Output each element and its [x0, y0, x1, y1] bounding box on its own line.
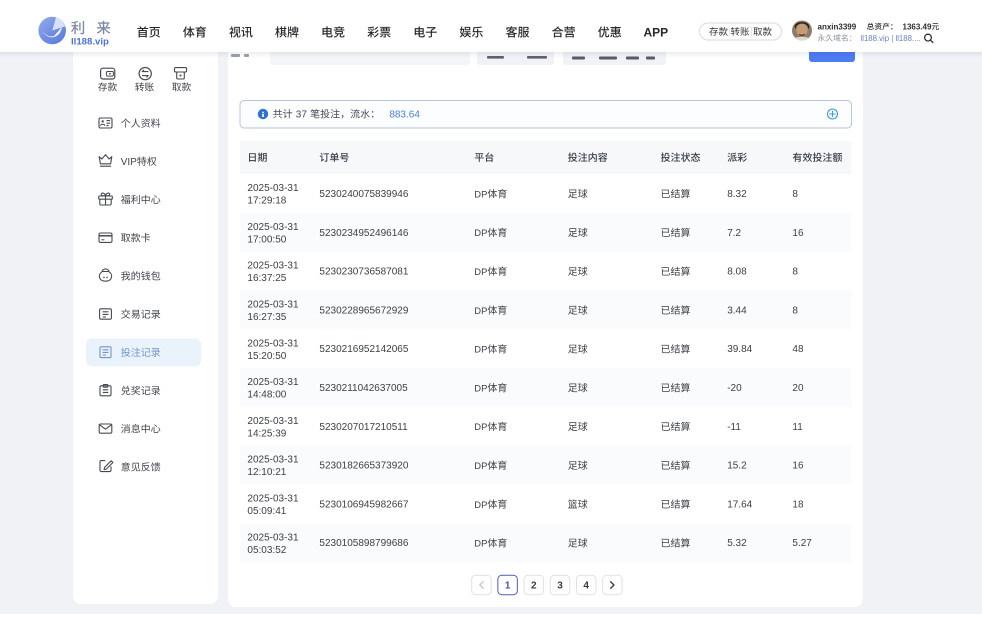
svg-text:4: 4: [583, 581, 589, 592]
svg-text:1363.49: 1363.49: [903, 22, 932, 31]
svg-text:2025-03-31: 2025-03-31: [247, 300, 299, 311]
svg-text:5230234952496146: 5230234952496146: [319, 228, 408, 239]
svg-text:20: 20: [792, 383, 804, 394]
svg-text:7.2: 7.2: [727, 228, 741, 239]
svg-text:37: 37: [296, 110, 308, 121]
svg-text:5230230736587081: 5230230736587081: [319, 267, 408, 278]
svg-text:8.08: 8.08: [727, 267, 747, 278]
svg-text:DP: DP: [474, 382, 487, 393]
svg-text:1: 1: [505, 581, 511, 592]
svg-text:ll188.vip | ll188....: ll188.vip | ll188....: [861, 34, 921, 43]
svg-text:DP: DP: [474, 538, 487, 549]
svg-text:8: 8: [792, 267, 798, 278]
svg-text:17.64: 17.64: [727, 499, 752, 510]
svg-text:8: 8: [792, 189, 798, 200]
svg-text:DP: DP: [474, 421, 487, 432]
svg-text:5230216952142065: 5230216952142065: [319, 344, 408, 355]
svg-text:DP: DP: [474, 266, 487, 277]
svg-text:DP: DP: [474, 305, 487, 316]
svg-text:48: 48: [792, 344, 804, 355]
svg-text:5230207017210511: 5230207017210511: [319, 422, 408, 433]
svg-text:39.84: 39.84: [727, 344, 752, 355]
svg-text:2025-03-31: 2025-03-31: [247, 532, 299, 543]
svg-text:DP: DP: [474, 344, 487, 355]
svg-text:2025-03-31: 2025-03-31: [247, 261, 299, 272]
svg-text:8: 8: [792, 305, 798, 316]
svg-text:5230106945982667: 5230106945982667: [319, 499, 408, 510]
svg-text:18: 18: [792, 499, 804, 510]
svg-text:APP: APP: [643, 26, 668, 40]
svg-text:2025-03-31: 2025-03-31: [247, 222, 299, 233]
svg-text:883.64: 883.64: [389, 110, 420, 121]
svg-text:5230105898799686: 5230105898799686: [319, 538, 408, 549]
svg-text:15.2: 15.2: [727, 461, 747, 472]
svg-text:05:09:41: 05:09:41: [247, 506, 286, 517]
svg-text:2: 2: [531, 581, 537, 592]
svg-text:14:25:39: 14:25:39: [247, 428, 286, 439]
svg-text:15:20:50: 15:20:50: [247, 351, 286, 362]
svg-text:12:10:21: 12:10:21: [247, 467, 286, 478]
svg-text:14:48:00: 14:48:00: [247, 390, 286, 401]
svg-text:11: 11: [792, 422, 803, 433]
svg-text:-11: -11: [727, 422, 741, 433]
svg-text:2025-03-31: 2025-03-31: [247, 183, 299, 194]
svg-text:DP: DP: [474, 227, 487, 238]
svg-text:16: 16: [792, 461, 804, 472]
svg-text:2025-03-31: 2025-03-31: [247, 494, 299, 505]
svg-text:5230240075839946: 5230240075839946: [319, 189, 408, 200]
svg-text:2025-03-31: 2025-03-31: [247, 416, 299, 427]
svg-text:8.32: 8.32: [727, 189, 747, 200]
svg-text:DP: DP: [474, 499, 487, 510]
svg-text:3: 3: [557, 581, 563, 592]
svg-text:5.27: 5.27: [792, 538, 812, 549]
svg-text:5230228965672929: 5230228965672929: [319, 305, 408, 316]
svg-text:16:27:35: 16:27:35: [247, 312, 286, 323]
svg-text:DP: DP: [474, 460, 487, 471]
svg-text:2025-03-31: 2025-03-31: [247, 338, 299, 349]
svg-text:5.32: 5.32: [727, 538, 747, 549]
svg-text:ll188.vip: ll188.vip: [71, 36, 109, 47]
svg-text:3.44: 3.44: [727, 305, 747, 316]
svg-text:-20: -20: [727, 383, 742, 394]
svg-text:VIP: VIP: [121, 157, 137, 168]
svg-text:16: 16: [792, 228, 804, 239]
svg-text:5230211042637005: 5230211042637005: [319, 383, 408, 394]
svg-text:17:00:50: 17:00:50: [247, 234, 286, 245]
svg-text:5230182665373920: 5230182665373920: [319, 461, 408, 472]
svg-text:DP: DP: [474, 188, 487, 199]
svg-text:17:29:18: 17:29:18: [247, 196, 286, 207]
svg-text:16:37:25: 16:37:25: [247, 273, 286, 284]
svg-text:05:03:52: 05:03:52: [247, 545, 286, 556]
svg-text:2025-03-31: 2025-03-31: [247, 455, 299, 466]
svg-text:anxin3399: anxin3399: [818, 22, 857, 31]
svg-text:2025-03-31: 2025-03-31: [247, 377, 299, 388]
